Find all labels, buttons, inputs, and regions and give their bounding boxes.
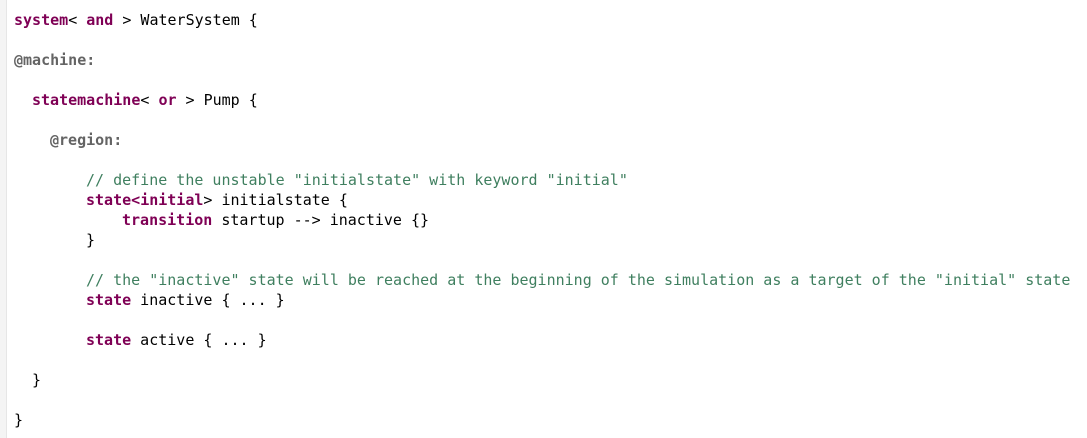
code-keyword: or [158,91,177,109]
code-text: } [14,411,24,429]
code-annotation: : [113,131,123,149]
code-line: } [14,410,23,430]
code-keyword: state [86,191,132,209]
code-keyword: and [86,11,114,29]
code-line: state<initial> initialstate { [86,190,348,210]
code-line: state active { ... } [86,330,267,350]
code-line: } [86,230,95,250]
code-line: system< and > WaterSystem { [14,10,258,30]
code-keyword: system [14,11,69,29]
code-comment: // the "inactive" state will be reached … [86,271,1071,289]
code-keyword: transition [122,211,213,229]
code-text: active { ... } [131,331,267,349]
code-keyword: state [86,291,132,309]
code-line: state inactive { ... } [86,290,285,310]
code-keyword: state [86,331,132,349]
code-line: // define the unstable "initialstate" wi… [86,170,628,190]
code-text: > Pump { [176,91,258,109]
code-text: > WaterSystem { [113,11,258,29]
code-text: < [140,91,159,109]
code-text: startup --> inactive {} [212,211,430,229]
code-line: statemachine< or > Pump { [32,90,258,110]
code-keyword: initial [140,191,204,209]
code-annotation: @region [50,131,114,149]
code-line: @machine: [14,50,95,70]
code-line: transition startup --> inactive {} [122,210,429,230]
code-line: } [32,370,41,390]
code-comment: // define the unstable "initialstate" wi… [86,171,628,189]
code-keyword: statemachine [32,91,141,109]
code-text: > initialstate { [203,191,348,209]
code-text: } [32,371,42,389]
code-keyword: < [131,191,141,209]
code-text: } [86,231,96,249]
code-annotation: : [86,51,96,69]
code-annotation: @machine [14,51,87,69]
code-line: @region: [50,130,122,150]
code-text: < [68,11,87,29]
code-text: inactive { ... } [131,291,285,309]
code-line: // the "inactive" state will be reached … [86,270,1070,290]
editor-gutter [0,0,7,438]
